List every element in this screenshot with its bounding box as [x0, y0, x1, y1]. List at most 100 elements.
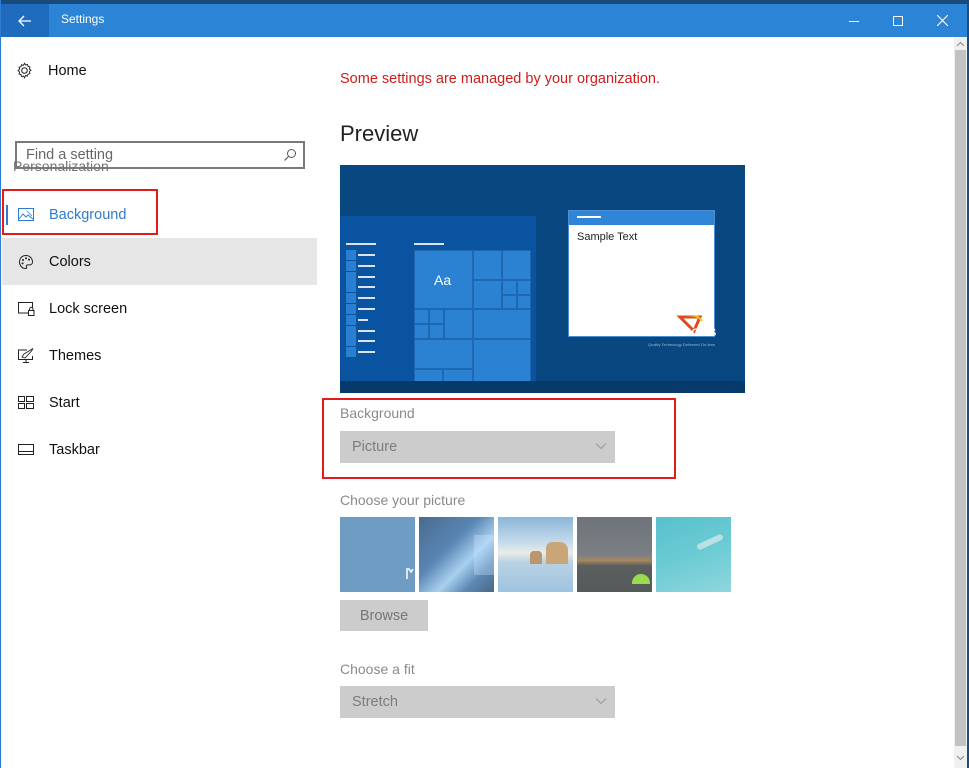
sidebar-item-colors[interactable]: Colors	[2, 238, 317, 285]
preview-taskbar	[340, 381, 745, 393]
minimize-button[interactable]	[831, 4, 877, 37]
vertical-scrollbar[interactable]	[954, 37, 967, 768]
lock-screen-icon	[18, 301, 38, 316]
preview-app-icon	[346, 250, 356, 260]
sidebar-item-label: Start	[49, 394, 80, 411]
section-label: Personalization	[13, 158, 109, 174]
minimize-icon	[849, 20, 859, 22]
preview-heading: Preview	[340, 121, 419, 146]
preview-tile	[517, 280, 531, 295]
sidebar-item-label: Lock screen	[49, 300, 128, 317]
desktop-preview: Aa Sample Text SOLUTIONS Quality Technol…	[340, 165, 745, 393]
maximize-button[interactable]	[875, 4, 921, 37]
gear-icon	[17, 62, 32, 79]
fit-dropdown-value: Stretch	[352, 694, 398, 710]
scroll-down-button[interactable]	[954, 751, 967, 764]
picture-thumbnails	[340, 517, 731, 592]
rock-formation	[546, 542, 568, 564]
chevron-down-icon	[595, 698, 607, 705]
themes-icon	[18, 348, 38, 363]
preview-app-icon	[346, 260, 356, 271]
preview-tile	[414, 309, 429, 324]
sidebar-item-label: Taskbar	[49, 441, 100, 458]
background-label: Background	[340, 405, 415, 421]
preview-tile	[473, 309, 531, 339]
sidebar: Home Personalization Background Colors L…	[2, 37, 317, 768]
preview-list-header	[346, 243, 376, 245]
maximize-icon	[893, 15, 903, 26]
back-arrow-icon	[18, 15, 31, 26]
preview-app-name	[358, 275, 375, 278]
windows-logo-glow	[474, 535, 494, 575]
rock-formation	[530, 551, 542, 564]
logo-thumb-icon	[406, 568, 414, 579]
scrollbar-thumb[interactable]	[955, 50, 966, 746]
preview-tile	[414, 324, 429, 339]
background-dropdown-value: Picture	[352, 439, 398, 455]
sidebar-item-label: Colors	[49, 253, 91, 270]
preview-tile-label: Aa	[434, 272, 452, 288]
close-icon	[936, 15, 948, 26]
sidebar-item-start[interactable]: Start	[2, 379, 317, 426]
tent	[632, 574, 650, 584]
preview-app-name	[358, 254, 375, 256]
preview-logo-text: SOLUTIONS	[648, 327, 717, 339]
sidebar-item-label: Background	[49, 206, 127, 223]
preview-tile	[473, 339, 531, 383]
settings-window: Settings Home Personalization Background…	[0, 0, 969, 768]
picture-thumbnail[interactable]	[656, 517, 731, 592]
browse-button[interactable]: Browse	[340, 600, 428, 631]
start-icon	[18, 396, 38, 409]
scroll-up-button[interactable]	[954, 37, 967, 50]
preview-app-name	[358, 340, 375, 343]
picture-thumbnail[interactable]	[498, 517, 573, 592]
sidebar-item-label: Themes	[49, 347, 102, 364]
sidebar-item-themes[interactable]: Themes	[2, 332, 317, 379]
search-icon	[284, 149, 296, 161]
choose-picture-label: Choose your picture	[340, 492, 466, 508]
picture-thumbnail[interactable]	[577, 517, 652, 592]
sidebar-item-lock-screen[interactable]: Lock screen	[2, 285, 317, 332]
preview-window-titlebar	[569, 211, 714, 225]
picture-thumbnail[interactable]	[419, 517, 494, 592]
preview-tile	[502, 280, 517, 295]
preview-app-name	[358, 351, 375, 354]
preview-tile	[473, 250, 502, 280]
preview-app-name	[358, 329, 375, 332]
window-title: Settings	[61, 12, 105, 26]
picture-icon	[18, 208, 38, 221]
preview-sample-text: Sample Text	[577, 231, 638, 243]
preview-app-icon	[346, 304, 356, 314]
fit-dropdown[interactable]: Stretch	[340, 686, 615, 718]
close-button[interactable]	[919, 4, 965, 37]
preview-tile	[429, 309, 444, 324]
preview-tiles-header	[414, 243, 444, 245]
preview-logo-tagline: Quality Technology Delivered On-time	[648, 342, 716, 347]
sidebar-item-background[interactable]: Background	[2, 191, 317, 238]
preview-app-icon	[346, 293, 356, 304]
preview-app-icon	[346, 325, 356, 336]
palette-icon	[18, 254, 38, 270]
sidebar-item-taskbar[interactable]: Taskbar	[2, 426, 317, 473]
preview-tile	[517, 295, 531, 309]
back-button[interactable]	[1, 4, 49, 37]
preview-app-name	[358, 297, 375, 300]
preview-tile	[444, 309, 473, 339]
preview-app-icon	[346, 314, 356, 325]
preview-app-icon	[346, 336, 356, 347]
chevron-down-icon	[956, 755, 965, 760]
preview-app-icon	[346, 271, 356, 282]
preview-tile	[502, 295, 517, 309]
preview-tile	[502, 250, 531, 280]
home-link[interactable]: Home	[16, 62, 87, 79]
preview-tile	[414, 339, 473, 369]
preview-app-name	[358, 264, 375, 267]
managed-notice: Some settings are managed by your organi…	[340, 71, 660, 87]
preview-app-name	[358, 286, 375, 289]
chevron-up-icon	[956, 41, 965, 46]
taskbar-icon	[18, 444, 38, 455]
background-dropdown[interactable]: Picture	[340, 431, 615, 463]
preview-tile	[473, 280, 502, 309]
preview-app-icon	[346, 347, 356, 358]
picture-thumbnail[interactable]	[340, 517, 415, 592]
